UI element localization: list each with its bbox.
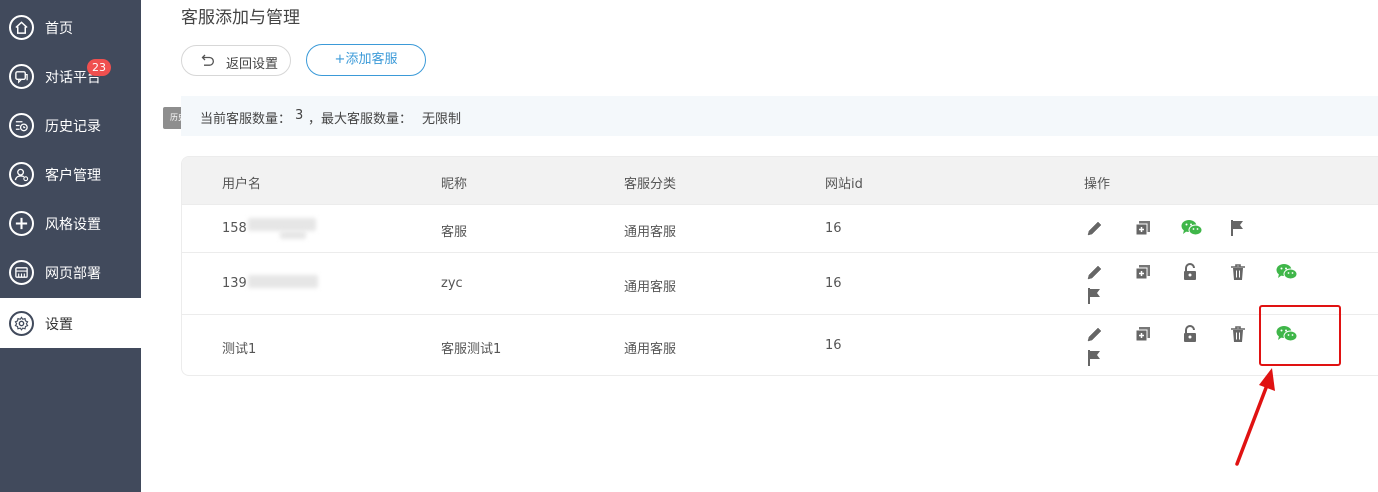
redacted-text xyxy=(248,275,318,288)
sidebar-item-label: 设置 xyxy=(45,317,73,333)
edit-icon[interactable] xyxy=(1085,262,1105,282)
nickname-cell: 客服测试1 xyxy=(441,342,502,357)
table-row: 139 zyc 通用客服 16 xyxy=(182,252,1378,314)
column-header: 操作 xyxy=(1084,177,1111,192)
delete-icon[interactable] xyxy=(1228,324,1248,344)
copy-icon[interactable] xyxy=(1133,324,1153,344)
deploy-icon xyxy=(9,260,34,285)
current-count-value: 3 xyxy=(295,108,304,123)
back-button-label: 返回设置 xyxy=(226,57,279,72)
username-cell: 139 xyxy=(222,276,247,291)
sidebar-item-customers[interactable]: 客户管理 xyxy=(0,149,141,199)
delete-icon[interactable] xyxy=(1228,262,1248,282)
column-header: 客服分类 xyxy=(624,177,677,192)
agent-table: 用户名 昵称 客服分类 网站id 操作 158 客服 通用客服 16 139 z… xyxy=(181,156,1378,376)
table-header: 用户名 昵称 客服分类 网站id 操作 xyxy=(182,157,1378,204)
sidebar-item-history[interactable]: 历史记录 xyxy=(0,100,141,150)
sidebar: 首页 对话平台 历史记录 客户管理 风格设置 网页部署 设置 xyxy=(0,0,141,492)
redacted-text xyxy=(248,218,316,231)
max-count-value: 无限制 xyxy=(422,112,462,127)
info-bar: 当前客服数量： 3 ，最大客服数量： 无限制 xyxy=(181,96,1378,136)
flag-icon[interactable] xyxy=(1085,348,1105,368)
category-cell: 通用客服 xyxy=(624,225,677,240)
copy-icon[interactable] xyxy=(1133,262,1153,282)
wechat-icon[interactable] xyxy=(1180,218,1204,238)
sidebar-item-deploy[interactable]: 网页部署 xyxy=(0,247,141,297)
site-id-cell: 16 xyxy=(825,221,842,236)
site-id-cell: 16 xyxy=(825,338,842,353)
sidebar-item-label: 网页部署 xyxy=(45,266,101,282)
column-header: 用户名 xyxy=(222,177,262,192)
customer-icon xyxy=(9,162,34,187)
annotation-arrow-icon xyxy=(1235,368,1275,466)
edit-icon[interactable] xyxy=(1085,218,1105,238)
undo-icon xyxy=(201,54,214,66)
nickname-cell: zyc xyxy=(441,276,463,291)
sidebar-item-label: 首页 xyxy=(45,21,73,37)
add-agent-button[interactable]: +添加客服 xyxy=(306,44,426,76)
flag-icon[interactable] xyxy=(1085,286,1105,306)
back-button[interactable]: 返回设置 xyxy=(181,45,291,76)
site-id-cell: 16 xyxy=(825,276,842,291)
max-count-label: ，最大客服数量： xyxy=(308,112,413,127)
chat-icon xyxy=(9,64,34,89)
sidebar-item-label: 历史记录 xyxy=(45,119,101,135)
sidebar-item-chat[interactable]: 对话平台 xyxy=(0,51,141,101)
plus-icon xyxy=(9,211,34,236)
home-icon xyxy=(9,15,34,40)
category-cell: 通用客服 xyxy=(624,342,677,357)
copy-icon[interactable] xyxy=(1133,218,1153,238)
flag-icon[interactable] xyxy=(1228,218,1248,238)
redacted-text xyxy=(280,231,306,239)
username-cell: 158 xyxy=(222,221,247,236)
column-header: 网站id xyxy=(825,177,863,192)
sidebar-item-label: 风格设置 xyxy=(45,217,101,233)
sidebar-item-style[interactable]: 风格设置 xyxy=(0,198,141,248)
category-cell: 通用客服 xyxy=(624,280,677,295)
current-count-label: 当前客服数量： xyxy=(200,112,292,127)
table-row: 测试1 客服测试1 通用客服 16 xyxy=(182,314,1378,375)
username-cell: 测试1 xyxy=(222,342,257,357)
nickname-cell: 客服 xyxy=(441,225,468,240)
sidebar-item-label: 客户管理 xyxy=(45,168,101,184)
history-icon xyxy=(9,113,34,138)
unread-badge: 23 xyxy=(87,59,111,76)
unlock-icon[interactable] xyxy=(1180,324,1200,344)
page-title: 客服添加与管理 xyxy=(181,8,300,28)
column-header: 昵称 xyxy=(441,177,468,192)
unlock-icon[interactable] xyxy=(1180,262,1200,282)
table-row: 158 客服 通用客服 16 xyxy=(182,204,1378,252)
annotation-highlight-box xyxy=(1259,305,1341,366)
wechat-icon[interactable] xyxy=(1275,262,1299,282)
edit-icon[interactable] xyxy=(1085,324,1105,344)
gear-icon xyxy=(9,311,34,336)
sidebar-item-home[interactable]: 首页 xyxy=(0,2,141,52)
sidebar-item-settings[interactable]: 设置 xyxy=(0,298,141,348)
